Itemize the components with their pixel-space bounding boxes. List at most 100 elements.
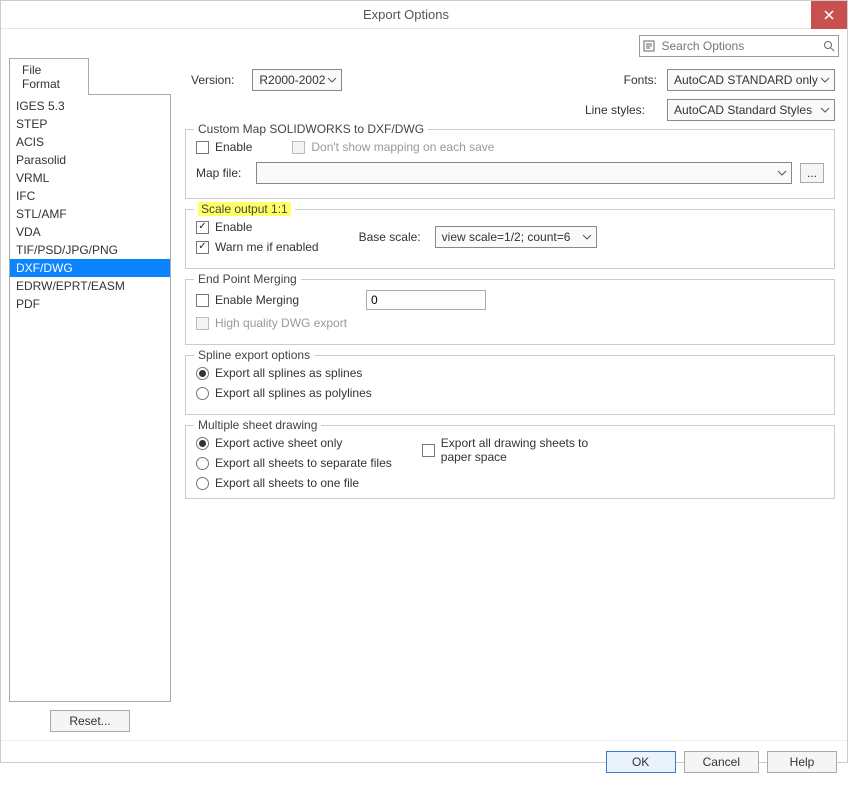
radio-icon (196, 367, 209, 380)
endpoint-legend: End Point Merging (194, 272, 301, 286)
group-scale-output: Scale output 1:1 Enable Warn me if enabl… (185, 209, 835, 269)
scale-enable-label: Enable (215, 220, 252, 234)
high-quality-dwg-checkbox: High quality DWG export (196, 316, 347, 330)
list-item[interactable]: Parasolid (10, 151, 170, 169)
linestyles-row: Line styles: AutoCAD Standard Styles (191, 99, 835, 121)
left-column: File Format IGES 5.3STEPACISParasolidVRM… (9, 57, 171, 732)
radio-icon (196, 477, 209, 490)
chevron-down-icon (582, 231, 592, 245)
list-item[interactable]: VDA (10, 223, 170, 241)
map-file-browse-button[interactable]: ... (800, 163, 824, 183)
fonts-select[interactable]: AutoCAD STANDARD only (667, 69, 835, 91)
checkbox-icon (292, 141, 305, 154)
close-button[interactable] (811, 1, 847, 29)
tab-file-format[interactable]: File Format (9, 58, 89, 95)
group-multiple-sheet: Multiple sheet drawing Export active she… (185, 425, 835, 499)
checkbox-icon (196, 221, 209, 234)
spline-opt1-label: Export all splines as splines (215, 366, 362, 380)
linestyles-label: Line styles: (585, 103, 645, 117)
map-file-label: Map file: (196, 166, 248, 180)
version-fonts-row: Version: R2000-2002 Fonts: AutoCAD STAND… (191, 69, 835, 91)
base-scale-select[interactable]: view scale=1/2; count=6 (435, 226, 597, 248)
custom-map-dontshow-label: Don't show mapping on each save (311, 140, 494, 154)
window-title: Export Options (1, 7, 811, 22)
search-row (1, 29, 847, 57)
linestyles-select[interactable]: AutoCAD Standard Styles (667, 99, 835, 121)
spline-as-splines-radio[interactable]: Export all splines as splines (196, 366, 362, 380)
list-item[interactable]: IFC (10, 187, 170, 205)
version-label: Version: (191, 73, 234, 87)
custom-map-enable-label: Enable (215, 140, 252, 154)
chevron-down-icon (327, 74, 337, 88)
search-box[interactable] (639, 35, 839, 57)
chevron-down-icon (820, 104, 830, 118)
list-item[interactable]: STEP (10, 115, 170, 133)
radio-icon (196, 457, 209, 470)
base-scale-value: view scale=1/2; count=6 (442, 230, 571, 244)
checkbox-icon (422, 444, 435, 457)
radio-icon (196, 437, 209, 450)
list-item[interactable]: ACIS (10, 133, 170, 151)
custom-map-dontshow-checkbox: Don't show mapping on each save (292, 140, 494, 154)
list-item[interactable]: EDRW/EPRT/EASM (10, 277, 170, 295)
checkbox-icon (196, 317, 209, 330)
spline-opt2-label: Export all splines as polylines (215, 386, 372, 400)
export-separate-files-radio[interactable]: Export all sheets to separate files (196, 456, 392, 470)
checkbox-icon (196, 241, 209, 254)
enable-merging-checkbox[interactable]: Enable Merging (196, 293, 336, 307)
paper-space-label: Export all drawing sheets to paper space (441, 436, 601, 464)
base-scale-label: Base scale: (359, 230, 421, 244)
fonts-label: Fonts: (624, 73, 657, 87)
scale-warn-label: Warn me if enabled (215, 240, 319, 254)
reset-button[interactable]: Reset... (50, 710, 129, 732)
linestyles-value: AutoCAD Standard Styles (674, 103, 812, 117)
search-list-icon (640, 40, 658, 52)
multi-opt2-label: Export all sheets to separate files (215, 456, 392, 470)
titlebar: Export Options (1, 1, 847, 29)
checkbox-icon (196, 141, 209, 154)
group-spline-export: Spline export options Export all splines… (185, 355, 835, 415)
version-value: R2000-2002 (259, 73, 325, 87)
multi-opt1-label: Export active sheet only (215, 436, 342, 450)
checkbox-icon (196, 294, 209, 307)
fonts-value: AutoCAD STANDARD only (674, 73, 818, 87)
export-paper-space-checkbox[interactable]: Export all drawing sheets to paper space (422, 436, 601, 464)
scale-legend: Scale output 1:1 (194, 202, 295, 216)
merging-value-input[interactable] (366, 290, 486, 310)
right-panel: Version: R2000-2002 Fonts: AutoCAD STAND… (181, 57, 839, 732)
list-item[interactable]: PDF (10, 295, 170, 313)
version-select[interactable]: R2000-2002 (252, 69, 342, 91)
export-one-file-radio[interactable]: Export all sheets to one file (196, 476, 392, 490)
chevron-down-icon (777, 167, 787, 181)
spline-legend: Spline export options (194, 348, 314, 362)
scale-warn-checkbox[interactable]: Warn me if enabled (196, 240, 319, 254)
close-icon (824, 10, 834, 20)
radio-icon (196, 387, 209, 400)
list-item[interactable]: DXF/DWG (10, 259, 170, 277)
search-icon[interactable] (821, 40, 839, 52)
export-options-dialog: Export Options File Format IGES 5.3STEPA… (0, 0, 848, 763)
export-active-sheet-radio[interactable]: Export active sheet only (196, 436, 392, 450)
list-item[interactable]: STL/AMF (10, 205, 170, 223)
scale-legend-text: Scale output 1:1 (198, 202, 291, 216)
map-file-select[interactable] (256, 162, 792, 184)
custom-map-enable-checkbox[interactable]: Enable (196, 140, 252, 154)
scale-enable-checkbox[interactable]: Enable (196, 220, 319, 234)
group-end-point-merging: End Point Merging Enable Merging High qu… (185, 279, 835, 345)
group-custom-map: Custom Map SOLIDWORKS to DXF/DWG Enable … (185, 129, 835, 199)
help-button[interactable]: Help (767, 751, 837, 773)
search-input[interactable] (658, 39, 821, 53)
list-item[interactable]: TIF/PSD/JPG/PNG (10, 241, 170, 259)
enable-merging-label: Enable Merging (215, 293, 299, 307)
list-item[interactable]: IGES 5.3 (10, 97, 170, 115)
multi-legend: Multiple sheet drawing (194, 418, 321, 432)
dialog-body: File Format IGES 5.3STEPACISParasolidVRM… (1, 57, 847, 740)
list-item[interactable]: VRML (10, 169, 170, 187)
file-format-list[interactable]: IGES 5.3STEPACISParasolidVRMLIFCSTL/AMFV… (9, 94, 171, 702)
chevron-down-icon (820, 74, 830, 88)
ok-button[interactable]: OK (606, 751, 676, 773)
spline-as-polylines-radio[interactable]: Export all splines as polylines (196, 386, 372, 400)
high-quality-dwg-label: High quality DWG export (215, 316, 347, 330)
custom-map-legend: Custom Map SOLIDWORKS to DXF/DWG (194, 122, 428, 136)
cancel-button[interactable]: Cancel (684, 751, 759, 773)
